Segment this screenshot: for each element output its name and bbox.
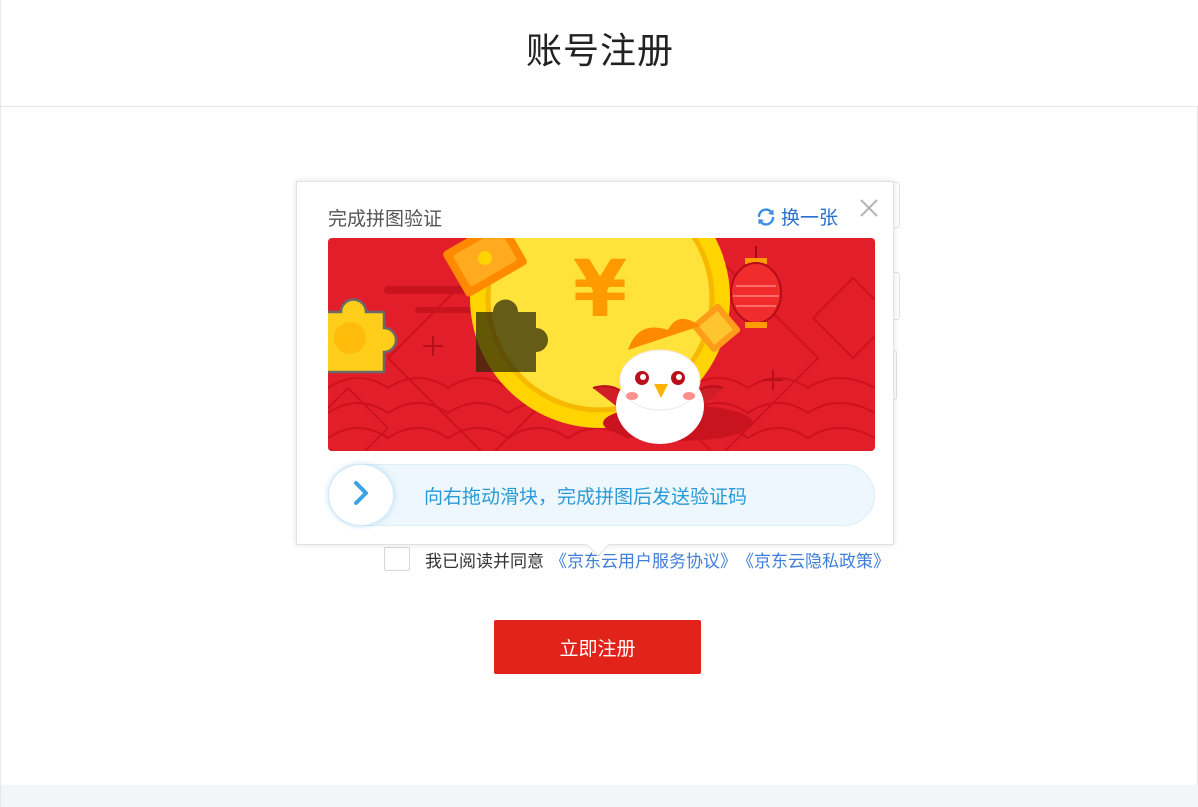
privacy-policy-link[interactable]: 《京东云隐私政策》 [737,547,890,572]
slider-track[interactable]: 向右拖动滑块，完成拼图后发送验证码 [328,464,875,526]
captcha-title: 完成拼图验证 [328,208,443,230]
chevron-right-icon [350,479,372,511]
refresh-icon [755,206,777,228]
footer [1,785,1198,807]
refresh-label: 换一张 [781,207,839,229]
captcha-popup: 完成拼图验证 换一张 ¥ 向右拖动滑块，完成拼图后发送验证码 [296,181,894,557]
agree-checkbox[interactable] [384,547,410,571]
user-service-agreement-link[interactable]: 《京东云用户服务协议》 [550,547,737,572]
page: 账号注册 我已阅读并同意 《京东云用户服务协议》 《京东云隐私政策》 立即注册 … [0,0,1198,807]
page-header: 账号注册 [1,0,1198,107]
agreement-row: 我已阅读并同意 《京东云用户服务协议》 《京东云隐私政策》 [384,546,890,572]
slider-handle[interactable] [328,464,394,526]
agreement-text: 我已阅读并同意 [425,551,544,572]
page-title: 账号注册 [525,31,674,72]
register-button[interactable]: 立即注册 [494,620,701,674]
puzzle-image: ¥ [328,238,875,451]
refresh-button[interactable]: 换一张 [755,203,838,230]
coin-symbol: ¥ [573,245,627,335]
slider-hint: 向右拖动滑块，完成拼图后发送验证码 [424,486,748,508]
close-icon[interactable] [857,196,881,220]
